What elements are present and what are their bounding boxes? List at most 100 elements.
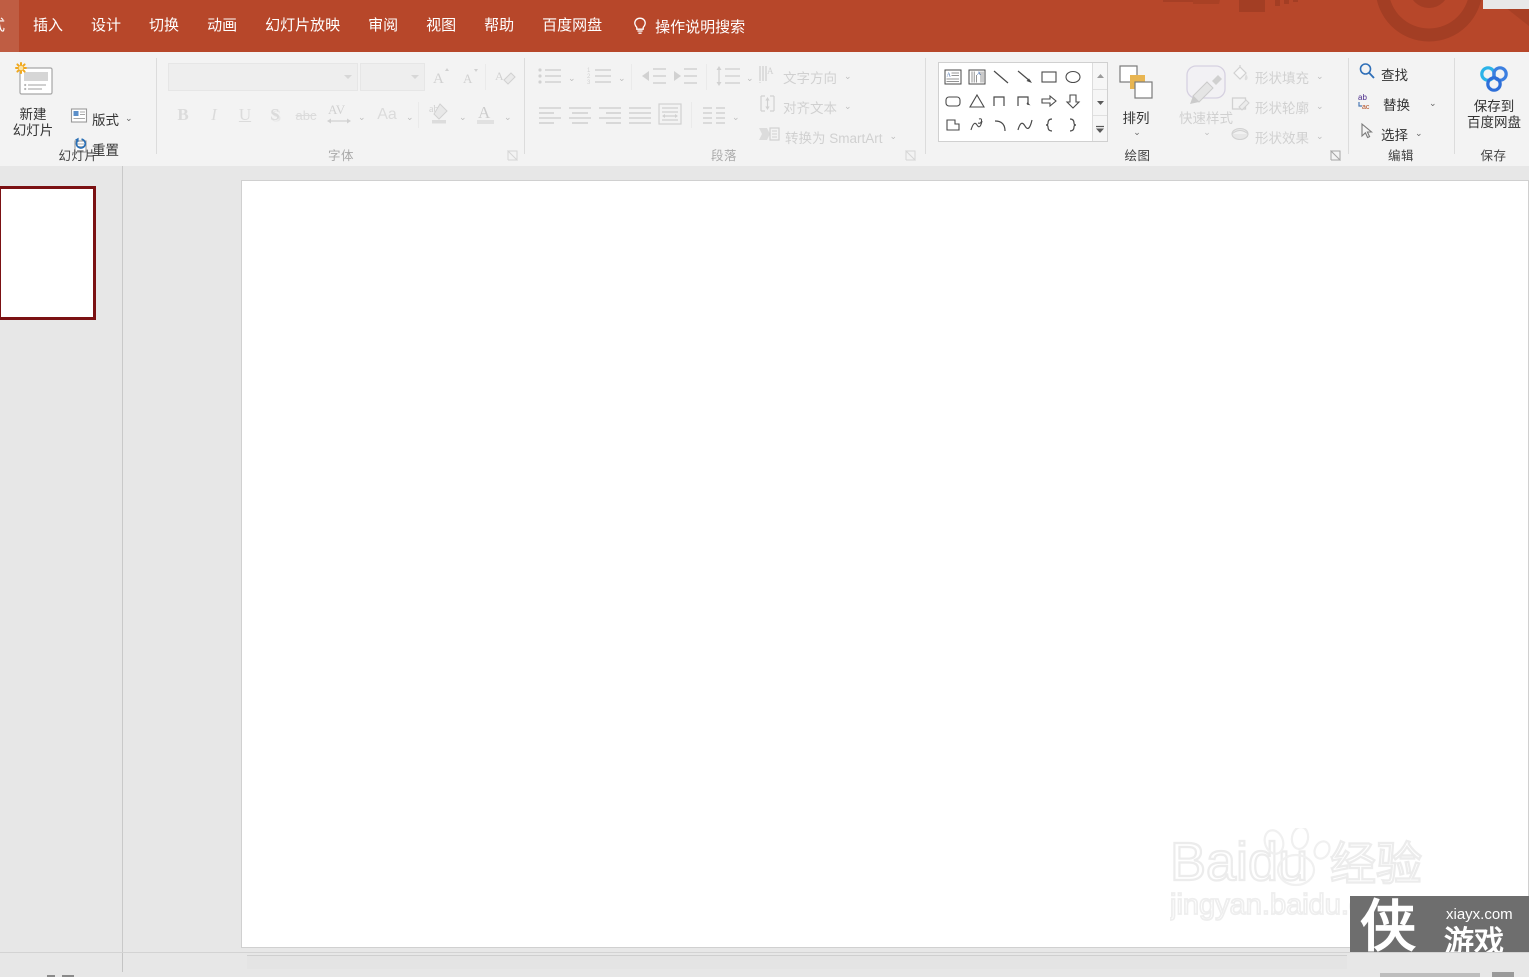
text-box-shape[interactable]: A [941,65,965,89]
new-slide-button[interactable]: 新建 幻灯片 [0,60,66,139]
slide-thumbnail-pane[interactable] [0,166,123,952]
line-spacing-button[interactable] [714,63,742,89]
line-shape[interactable] [989,65,1013,89]
justify-button[interactable] [626,102,654,128]
character-spacing-button[interactable]: AV [324,100,354,128]
shape-outline-chevron-down-icon: ⌄ [1316,101,1324,111]
slide-canvas[interactable] [241,180,1529,948]
font-color-button[interactable]: A [472,100,500,128]
status-bar-right-button[interactable] [1492,972,1514,977]
replace-icon: ab ac [1358,92,1378,115]
align-center-button[interactable] [566,102,594,128]
bold-button[interactable]: B [170,102,196,128]
right-brace-shape[interactable] [1061,113,1085,137]
arrange-chevron-down-icon[interactable]: ⌄ [1107,127,1167,138]
curve-shape[interactable] [1013,113,1037,137]
strikethrough-button[interactable]: abc [292,104,320,126]
tab-animations[interactable]: 动画 [193,0,251,52]
scribble-shape[interactable] [965,113,989,137]
group-label-paragraph: 段落 [710,149,737,163]
oval-shape[interactable] [1061,65,1085,89]
font-name-combo[interactable] [168,63,358,91]
convert-to-smartart-label: 转换为 SmartArt [785,130,883,146]
font-inner-divider-2 [418,102,419,128]
line-arrow-shape[interactable] [1013,65,1037,89]
font-dialog-launcher[interactable] [507,150,518,161]
para-inner-divider-2 [706,64,707,90]
elbow-arrow-connector-shape[interactable] [1013,89,1037,113]
shape-fill-button[interactable]: 形状填充 ⌄ [1230,64,1324,89]
arc-shape[interactable] [989,113,1013,137]
down-arrow-shape[interactable] [1061,89,1085,113]
tab-view[interactable]: 视图 [412,0,470,52]
tab-design[interactable]: 设计 [77,0,135,52]
bullets-button[interactable] [536,63,564,89]
decrease-font-size-button[interactable]: A [457,64,483,90]
group-divider-3 [925,58,926,154]
rectangle-shape[interactable] [1037,65,1061,89]
align-right-button[interactable] [596,102,624,128]
tab-home-cut[interactable]: 式 [0,0,20,52]
ribbon-group-slide: 新建 幻灯片 ⌄ 版式 ⌄ [0,52,156,187]
tab-strip: 式 插入 设计 切换 动画 幻灯片放映 审阅 视图 帮助 百度网盘 操作说明搜索 [0,0,745,52]
status-bar [0,952,1529,977]
align-text-button[interactable]: 对齐文本 ⌄ [758,94,852,119]
clear-formatting-button[interactable]: A [492,64,518,90]
numbering-button[interactable]: 123 [586,63,614,89]
group-divider-4 [1348,58,1349,154]
triangle-shape[interactable] [965,89,989,113]
ribbon-group-editing: 查找 ab ac 替换 ⌄ 选择 ⌄ 编辑 [1352,52,1450,166]
slide-editing-pane [123,166,1529,952]
italic-button[interactable]: I [201,102,227,128]
text-highlight-color-button[interactable]: ab [426,100,454,128]
slide-thumbnail-1[interactable] [0,186,96,320]
replace-button[interactable]: ab ac 替换 ⌄ [1358,92,1437,115]
tab-insert[interactable]: 插入 [19,0,77,52]
svg-text:A: A [463,71,473,86]
vertical-text-box-shape[interactable]: A [965,65,989,89]
tab-baidu-netdisk[interactable]: 百度网盘 [528,0,616,52]
zoom-slider-track[interactable] [1380,973,1480,977]
elbow-connector-shape[interactable] [989,89,1013,113]
font-size-combo[interactable] [360,63,425,91]
underline-button[interactable]: U [232,102,258,128]
increase-indent-button[interactable] [671,63,699,89]
distribute-text-button[interactable] [656,100,684,128]
select-button[interactable]: 选择 ⌄ [1358,122,1423,145]
baidu-netdisk-icon [1460,64,1528,99]
align-left-button[interactable] [536,102,564,128]
arrange-button[interactable]: 排列 ⌄ [1105,62,1167,138]
right-arrow-shape[interactable] [1037,89,1061,113]
decrease-indent-button[interactable] [640,63,668,89]
window-control-placeholder[interactable] [1483,0,1529,9]
search-icon [1358,62,1376,85]
layout-button[interactable]: 版式 ⌄ [70,107,133,130]
columns-button[interactable] [700,102,728,128]
change-case-button[interactable]: Aa [372,102,402,128]
tell-me-search[interactable]: 操作说明搜索 [632,16,745,37]
text-direction-button[interactable]: A 文字方向 ⌄ [758,64,852,89]
svg-text:AV: AV [328,102,346,117]
status-bar-scroll-track[interactable] [247,955,1347,969]
text-shadow-button[interactable]: S [262,102,288,128]
tab-transitions[interactable]: 切换 [135,0,193,52]
tab-review[interactable]: 审阅 [354,0,412,52]
tab-slideshow[interactable]: 幻灯片放映 [251,0,354,52]
freeform-shape[interactable] [941,113,965,137]
group-label-drawing: 绘图 [1124,149,1151,163]
paragraph-dialog-launcher[interactable] [905,150,916,161]
tab-help[interactable]: 帮助 [470,0,528,52]
shape-fill-label: 形状填充 [1255,70,1309,86]
left-brace-shape[interactable] [1037,113,1061,137]
find-button[interactable]: 查找 [1358,62,1408,85]
shape-outline-button[interactable]: 形状轮廓 ⌄ [1230,94,1324,119]
shapes-gallery[interactable]: A A [938,62,1108,142]
bullets-chevron-down-icon: ⌄ [568,73,576,83]
drawing-dialog-launcher[interactable] [1330,150,1341,161]
save-to-baidu-netdisk-button[interactable]: 保存到 百度网盘 [1460,64,1528,131]
font-size-chevron-down-icon [411,75,419,79]
increase-font-size-button[interactable]: A [428,64,454,90]
group-divider-1 [156,58,157,154]
text-highlight-chevron-down-icon: ⌄ [459,112,467,122]
rounded-rectangle-shape[interactable] [941,89,965,113]
